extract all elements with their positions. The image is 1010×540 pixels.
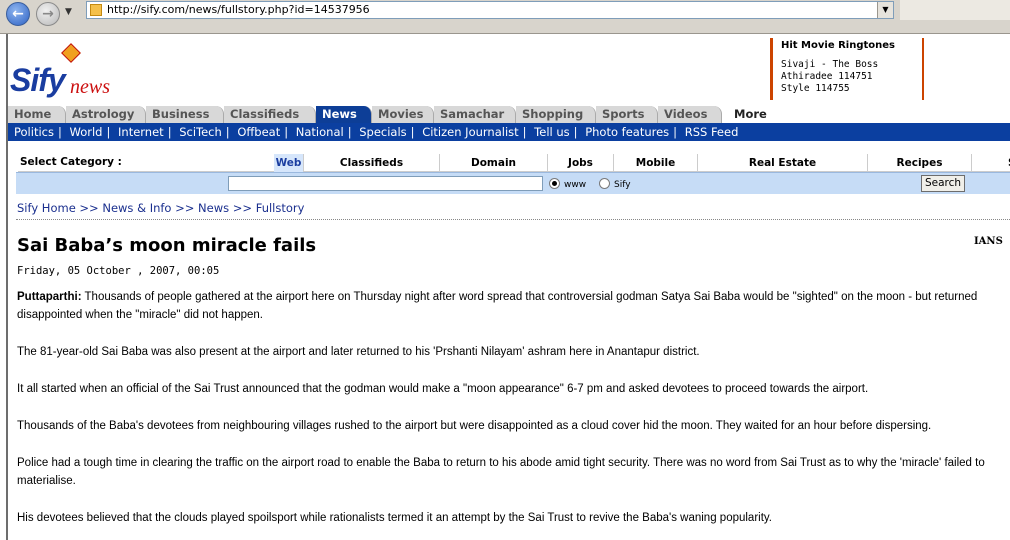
subnav-scitech[interactable]: SciTech xyxy=(179,125,222,139)
category-real-estate[interactable]: Real Estate xyxy=(698,154,868,172)
ad-line[interactable]: Sivaji - The Boss xyxy=(781,59,914,71)
subnav-sep: | xyxy=(347,125,352,139)
search-button[interactable]: Search xyxy=(921,175,965,192)
subnav-sep: | xyxy=(167,125,172,139)
tab-news[interactable]: News xyxy=(316,106,372,123)
category-mobile[interactable]: Mobile xyxy=(614,154,698,172)
radio-sify[interactable] xyxy=(599,178,610,189)
tab-movies[interactable]: Movies xyxy=(372,106,434,123)
category-classifieds[interactable]: Classifieds xyxy=(304,154,440,172)
toolbar-spacer xyxy=(900,0,1010,20)
tab-astrology[interactable]: Astrology xyxy=(66,106,146,123)
news-subnav: Politics | World | Internet | SciTech | Offb… xyxy=(8,123,1010,141)
subnav-specials[interactable]: Specials xyxy=(359,125,406,139)
logo-sub: news xyxy=(70,76,110,98)
arrow-left-icon: ← xyxy=(12,6,24,22)
category-domain[interactable]: Domain xyxy=(440,154,548,172)
subnav-rss-feed[interactable]: RSS Feed xyxy=(685,125,739,139)
subnav-national[interactable]: National xyxy=(296,125,344,139)
arrow-right-icon: → xyxy=(42,6,54,22)
tab-classifieds[interactable]: Classifieds xyxy=(224,106,316,123)
category-recipes[interactable]: Recipes xyxy=(868,154,972,172)
ad-line[interactable]: Athiradee 114751 xyxy=(781,71,914,83)
web-page: Sify news Hit Movie Ringtones Sivaji - T… xyxy=(6,34,1010,540)
back-button[interactable]: ← xyxy=(6,2,30,26)
tab-shopping[interactable]: Shopping xyxy=(516,106,596,123)
paragraph-text: Thousands of people gathered at the airp… xyxy=(17,291,978,321)
article-paragraph: The 81-year-old Sai Baba was also presen… xyxy=(17,346,700,358)
subnav-sep: | xyxy=(522,125,527,139)
radio-sify-label: Sify xyxy=(614,180,631,190)
address-dropdown-icon[interactable]: ▼ xyxy=(877,2,893,18)
search-bar: www Sify Search xyxy=(16,172,1010,194)
article-paragraph: Thousands of the Baba's devotees from ne… xyxy=(17,420,932,432)
article-paragraph: Puttaparthi: Thousands of people gathere… xyxy=(17,288,1007,324)
category-jobs[interactable]: Jobs xyxy=(548,154,614,172)
tab-more[interactable]: More xyxy=(728,106,778,123)
category-web[interactable]: Web xyxy=(274,154,304,172)
tab-business[interactable]: Business xyxy=(146,106,224,123)
subnav-sep: | xyxy=(573,125,578,139)
browser-toolbar: ← → ▼ http://sify.com/news/fullstory.php… xyxy=(0,0,1010,34)
article-body: Puttaparthi: Thousands of people gathere… xyxy=(17,288,1007,540)
main-tabs: Home Astrology Business Classifieds News… xyxy=(8,106,1010,123)
subnav-sep: | xyxy=(57,125,62,139)
tab-sports[interactable]: Sports xyxy=(596,106,658,123)
subnav-world[interactable]: World xyxy=(70,125,103,139)
article-date: Friday, 05 October , 2007, 00:05 xyxy=(17,265,220,277)
sify-news-logo[interactable]: Sify news xyxy=(10,43,130,102)
category-more[interactable]: S xyxy=(972,154,1010,172)
subnav-sep: | xyxy=(284,125,289,139)
logo-brand: Sify xyxy=(10,62,66,98)
search-category-bar: Select Category : Web Classifieds Domain… xyxy=(18,154,1010,172)
history-dropdown-icon[interactable]: ▼ xyxy=(65,7,72,17)
address-url: http://sify.com/news/fullstory.php?id=14… xyxy=(107,3,370,16)
subnav-sep: | xyxy=(225,125,230,139)
article-dateline: Puttaparthi: xyxy=(17,291,82,303)
subnav-photo-features[interactable]: Photo features xyxy=(585,125,669,139)
ringtone-ad[interactable]: Hit Movie Ringtones Sivaji - The Boss At… xyxy=(770,38,924,100)
tab-home[interactable]: Home xyxy=(8,106,66,123)
subnav-politics[interactable]: Politics xyxy=(14,125,54,139)
subnav-internet[interactable]: Internet xyxy=(118,125,164,139)
subnav-offbeat[interactable]: Offbeat xyxy=(237,125,280,139)
page-favicon-icon xyxy=(90,4,102,16)
tab-samachar[interactable]: Samachar xyxy=(434,106,516,123)
address-bar[interactable]: http://sify.com/news/fullstory.php?id=14… xyxy=(86,1,894,19)
divider xyxy=(16,219,1010,220)
kite-icon xyxy=(61,43,81,63)
category-label: Select Category : xyxy=(20,156,122,168)
radio-www-label: www xyxy=(564,180,587,190)
article-source: IANS xyxy=(974,236,1003,247)
ad-line[interactable]: Style 114755 xyxy=(781,83,914,95)
tab-videos[interactable]: Videos xyxy=(658,106,722,123)
article-paragraph: Police had a tough time in clearing the … xyxy=(17,457,985,487)
subnav-sep: | xyxy=(106,125,111,139)
article-headline: Sai Baba’s moon miracle fails xyxy=(17,235,317,256)
subnav-sep: | xyxy=(673,125,678,139)
breadcrumb[interactable]: Sify Home >> News & Info >> News >> Full… xyxy=(17,201,304,215)
ad-title: Hit Movie Ringtones xyxy=(781,40,895,51)
subnav-tell-us[interactable]: Tell us xyxy=(534,125,569,139)
radio-www[interactable] xyxy=(549,178,560,189)
forward-button[interactable]: → xyxy=(36,2,60,26)
article-paragraph: It all started when an official of the S… xyxy=(17,383,869,395)
article-paragraph: His devotees believed that the clouds pl… xyxy=(17,512,773,524)
subnav-citizen-journalist[interactable]: Citizen Journalist xyxy=(422,125,518,139)
subnav-sep: | xyxy=(410,125,415,139)
search-input[interactable] xyxy=(228,176,543,191)
